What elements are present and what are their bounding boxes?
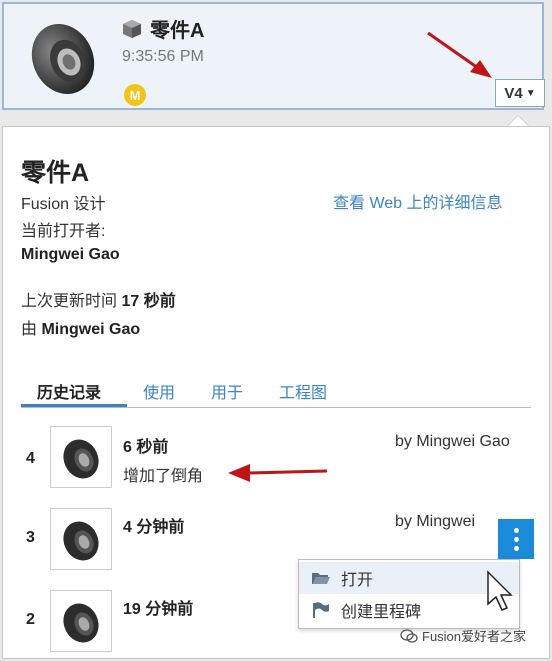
open-by-label: 当前打开者: — [21, 223, 106, 240]
dot-icon — [513, 545, 519, 551]
history-time: 19 分钟前 — [123, 601, 194, 618]
tab-uses[interactable]: 使用 — [143, 379, 175, 403]
details-tabs: 历史记录 使用 用于 工程图 — [21, 377, 531, 408]
part-thumbnail — [31, 23, 95, 95]
file-name: 零件A — [150, 20, 205, 42]
updated-by-label: 由 — [21, 321, 38, 338]
history-thumbnail[interactable] — [50, 508, 112, 570]
tab-used-in[interactable]: 用于 — [211, 379, 243, 403]
updated-by: 由 Mingwei Gao — [21, 315, 140, 339]
part-thumbnail — [63, 439, 99, 479]
watermark-text: Fusion爱好者之家 — [422, 629, 527, 644]
context-menu: 打开 创建里程碑 — [298, 559, 520, 629]
menu-item-label: 打开 — [341, 572, 374, 589]
dot-icon — [513, 536, 519, 542]
folder-open-icon — [312, 573, 330, 584]
part-thumbnail — [63, 603, 99, 643]
dot-icon — [513, 527, 519, 533]
flag-icon — [313, 602, 329, 618]
file-card[interactable]: 零件A 9:35:56 PM M V4 ▼ — [2, 2, 545, 110]
part-thumbnail — [63, 521, 99, 561]
updated-by-name: Mingwei Gao — [41, 321, 141, 338]
history-thumbnail[interactable] — [50, 426, 112, 488]
watermark: Fusion爱好者之家 — [400, 626, 526, 645]
last-updated-value: 17 秒前 — [121, 293, 176, 310]
history-author: by Mingwei — [395, 513, 476, 530]
last-updated-label: 上次更新时间 — [21, 293, 118, 310]
version-number: 3 — [26, 529, 35, 546]
active-tab-indicator — [21, 404, 127, 407]
menu-item-create-milestone[interactable]: 创建里程碑 — [299, 594, 519, 626]
menu-item-label: 创建里程碑 — [341, 604, 422, 621]
chevron-down-icon: ▼ — [525, 87, 536, 99]
version-number: 2 — [26, 611, 35, 628]
wechat-icon — [400, 628, 418, 643]
file-timestamp: 9:35:56 PM — [122, 48, 204, 65]
more-options-button[interactable] — [498, 519, 534, 559]
file-title: 零件A — [122, 14, 204, 43]
tab-drawings[interactable]: 工程图 — [279, 379, 327, 403]
version-label: V4 — [504, 84, 523, 102]
history-author: by Mingwei Gao — [395, 433, 510, 450]
component-cube-icon — [123, 19, 141, 38]
open-by-name: Mingwei Gao — [21, 246, 120, 263]
history-description: 增加了倒角 — [123, 468, 204, 485]
tab-history[interactable]: 历史记录 — [37, 379, 101, 403]
history-thumbnail[interactable] — [50, 590, 112, 652]
details-title: 零件A — [21, 159, 90, 187]
menu-item-open[interactable]: 打开 — [299, 562, 519, 594]
user-badge: M — [124, 84, 146, 106]
version-dropdown[interactable]: V4 ▼ — [495, 79, 545, 107]
history-time: 6 秒前 — [123, 439, 169, 456]
design-type: Fusion 设计 — [21, 196, 106, 213]
version-number: 4 — [26, 450, 35, 467]
last-updated: 上次更新时间 17 秒前 — [21, 287, 176, 311]
history-time: 4 分钟前 — [123, 519, 185, 536]
web-details-link[interactable]: 查看 Web 上的详细信息 — [333, 189, 503, 213]
